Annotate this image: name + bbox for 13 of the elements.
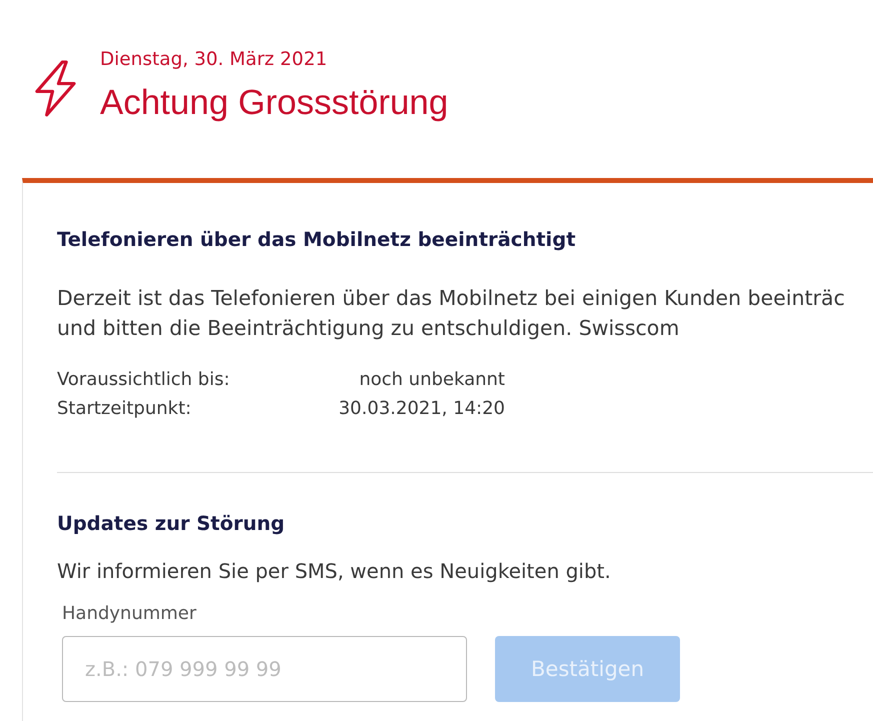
date-text: Dienstag, 30. März 2021: [100, 48, 328, 72]
detail-label: Startzeitpunkt:: [57, 397, 192, 421]
updates-heading: Updates zur Störung: [57, 512, 285, 536]
phone-input-field[interactable]: z.B.: 079 999 99 99: [62, 636, 467, 702]
detail-label: Voraussichtlich bis:: [57, 368, 230, 392]
notice-heading: Telefonieren über das Mobilnetz beeinträchtigt: [57, 228, 576, 252]
lightning-icon: [33, 60, 78, 117]
detail-value: 30.03.2021, 14:20: [338, 397, 505, 421]
field-label: Handynummer: [62, 603, 196, 625]
page-title: Achtung Grossstörung: [100, 82, 448, 124]
notice-text: Derzeit ist das Telefonieren über das Mobilnetz bei einigen Kunden beeinträc und bitten die Beeinträchtigung zu entschuldigen. Swisscom: [57, 285, 845, 342]
updates-text: Wir informieren Sie per SMS, wenn es Neuigkeiten gibt.: [57, 558, 611, 585]
detail-value: noch unbekannt: [359, 368, 505, 392]
